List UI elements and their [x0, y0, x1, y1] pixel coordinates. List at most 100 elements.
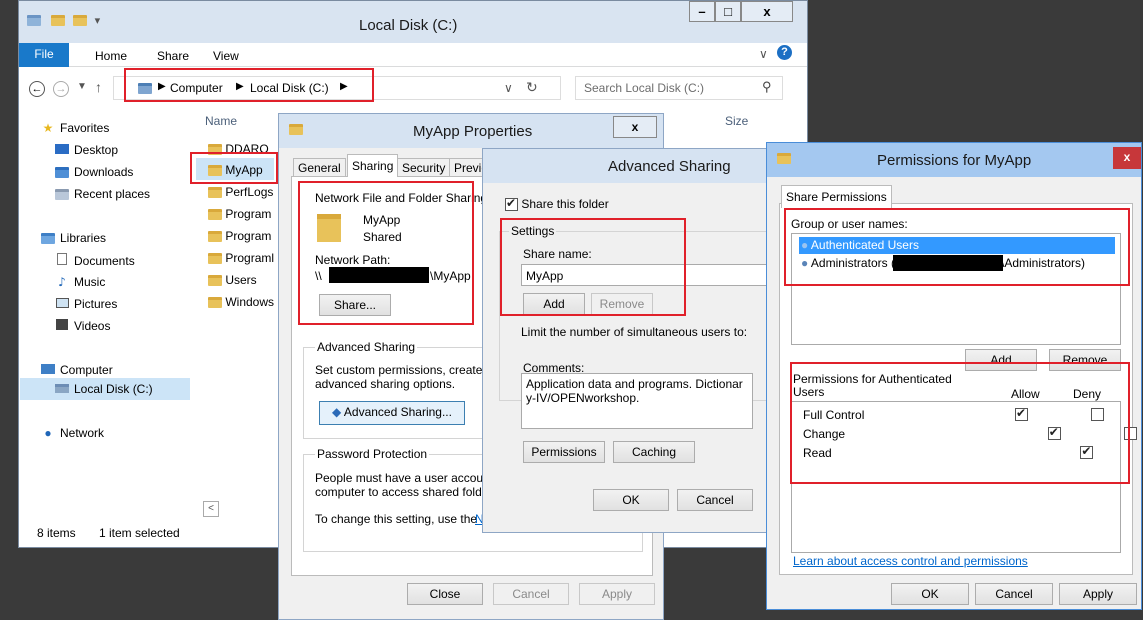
nav-local-disk[interactable]: Local Disk (C:)	[54, 382, 153, 396]
nav-desktop[interactable]: Desktop	[54, 143, 118, 157]
window-buttons: – □ x	[689, 1, 799, 23]
read-allow-checkbox[interactable]	[1080, 444, 1094, 460]
nav-pictures[interactable]: Pictures	[54, 297, 117, 311]
ribbon-expand-icon[interactable]: ∨	[759, 47, 768, 61]
quick-access-icons[interactable]: ▾	[27, 11, 100, 27]
nav-music[interactable]: ♪ Music	[54, 275, 105, 289]
close-button[interactable]: x	[741, 1, 793, 22]
ribbon-bar	[19, 43, 807, 67]
help-icon[interactable]: ?	[777, 45, 792, 60]
tab-home[interactable]: Home	[95, 49, 127, 63]
comments-textarea[interactable]: Application data and programs. Dictionar…	[521, 373, 753, 429]
full-control-allow-checkbox[interactable]	[1015, 406, 1028, 422]
back-button[interactable]: ←	[29, 81, 45, 97]
shared-folder-state: Shared	[363, 230, 402, 244]
tab-view[interactable]: View	[213, 49, 239, 63]
add-share-button[interactable]: Add	[523, 293, 585, 315]
share-folder-checkbox[interactable]	[505, 196, 518, 212]
share-folder-label: Share this folder	[521, 197, 609, 211]
perm-for-label: Permissions for Authenticated Users	[793, 372, 952, 399]
address-part-computer[interactable]: Computer	[170, 81, 223, 95]
nav-documents[interactable]: Documents	[54, 253, 135, 268]
network-path-prefix: \\	[315, 269, 322, 283]
desktop-icon	[54, 143, 70, 157]
adv-group-label: Advanced Sharing	[315, 340, 418, 354]
column-name-header[interactable]: Name	[205, 114, 237, 128]
permissions-button[interactable]: Permissions	[523, 441, 605, 463]
pwd-text-3: To change this setting, use the	[315, 512, 478, 526]
change-deny-checkbox[interactable]	[1124, 427, 1138, 441]
properties-apply-button[interactable]: Apply	[579, 583, 655, 605]
forward-button[interactable]: →	[53, 81, 69, 97]
address-sep-2: ▶	[236, 81, 244, 92]
user-row[interactable]: ● Administrators (	[801, 256, 895, 270]
column-size-header[interactable]: Size	[725, 114, 748, 128]
scroll-left-button[interactable]: <	[203, 501, 219, 517]
access-control-link[interactable]: Learn about access control and permissio…	[793, 554, 1028, 568]
address-dropdown-icon[interactable]: ∨	[504, 81, 513, 95]
tab-file[interactable]: File	[19, 43, 69, 67]
explorer-title: Local Disk (C:)	[359, 17, 458, 34]
shared-folder-icon	[317, 214, 341, 242]
refresh-icon[interactable]: ↻	[526, 79, 538, 96]
caching-button[interactable]: Caching	[613, 441, 695, 463]
advanced-cancel-button[interactable]: Cancel	[677, 489, 753, 511]
folder-icon	[208, 275, 222, 287]
uac-shield-icon: ◆	[332, 405, 342, 419]
minimize-button[interactable]: –	[689, 1, 715, 22]
maximize-button[interactable]: □	[715, 1, 741, 22]
search-input[interactable]: Search Local Disk (C:) ⚲	[575, 76, 783, 100]
list-item[interactable]: Program	[208, 207, 271, 221]
tab-sharing[interactable]: Sharing	[347, 154, 399, 177]
nav-videos[interactable]: Videos	[54, 319, 110, 333]
list-item[interactable]: Windows	[208, 295, 274, 309]
permissions-dialog: Permissions for MyApp x Share Permission…	[766, 142, 1142, 610]
nav-favorites[interactable]: ★ Favorites	[40, 121, 110, 135]
nav-downloads[interactable]: Downloads	[54, 165, 133, 179]
dropdown-icon: ▾	[94, 15, 101, 27]
properties-close-btn[interactable]: Close	[407, 583, 483, 605]
tab-general[interactable]: General	[293, 158, 346, 178]
advanced-ok-button[interactable]: OK	[593, 489, 669, 511]
share-name-label: Share name:	[523, 247, 592, 261]
share-button[interactable]: Share...	[319, 294, 391, 316]
share-name-input[interactable]: MyApp	[521, 264, 771, 286]
address-part-disk[interactable]: Local Disk (C:)	[250, 81, 329, 95]
share-folder-checkbox-row[interactable]: Share this folder	[505, 196, 609, 212]
user-row[interactable]: ● Authenticated Users	[801, 238, 919, 252]
perm-add-button[interactable]: Add	[965, 349, 1037, 371]
search-icon[interactable]: ⚲	[762, 79, 772, 95]
perm-remove-button[interactable]: Remove	[1049, 349, 1121, 371]
list-item[interactable]: Programl	[208, 251, 274, 265]
address-bar[interactable]: ▶ Computer ▶ Local Disk (C:) ▶ ∨ ↻	[113, 76, 561, 100]
tab-share-permissions[interactable]: Share Permissions	[781, 185, 892, 208]
remove-share-button[interactable]: Remove	[591, 293, 653, 315]
properties-cancel-button[interactable]: Cancel	[493, 583, 569, 605]
network-path-suffix: \MyApp	[430, 269, 471, 283]
perm-listbox	[791, 401, 1121, 553]
change-allow-checkbox[interactable]	[1047, 425, 1061, 441]
recent-dropdown-icon[interactable]: ▼	[77, 81, 87, 92]
tab-share[interactable]: Share	[157, 49, 189, 63]
nav-libraries[interactable]: Libraries	[40, 231, 106, 245]
permissions-ok-button[interactable]: OK	[891, 583, 969, 605]
list-item[interactable]: PerfLogs	[208, 185, 273, 199]
list-item[interactable]: Program	[208, 229, 271, 243]
permissions-cancel-button[interactable]: Cancel	[975, 583, 1053, 605]
permissions-close-button[interactable]: x	[1113, 147, 1141, 169]
nav-network[interactable]: ● Network	[40, 426, 104, 440]
list-item[interactable]: Users	[208, 273, 257, 287]
nav-computer[interactable]: Computer	[40, 363, 113, 377]
advanced-title: Advanced Sharing	[608, 158, 731, 175]
tab-security[interactable]: Security	[397, 158, 451, 178]
properties-close-button[interactable]: x	[613, 116, 657, 138]
list-item[interactable]: DDARO	[208, 142, 269, 156]
full-control-deny-checkbox[interactable]	[1091, 408, 1105, 422]
drive-icon	[27, 14, 41, 26]
up-button[interactable]: ↑	[95, 79, 102, 95]
advanced-sharing-button[interactable]: ◆ Advanced Sharing...	[319, 401, 465, 425]
list-item[interactable]: MyApp	[208, 163, 263, 177]
nav-recent-places[interactable]: Recent places	[54, 187, 150, 201]
permissions-apply-button[interactable]: Apply	[1059, 583, 1137, 605]
folder-icon	[208, 144, 222, 156]
